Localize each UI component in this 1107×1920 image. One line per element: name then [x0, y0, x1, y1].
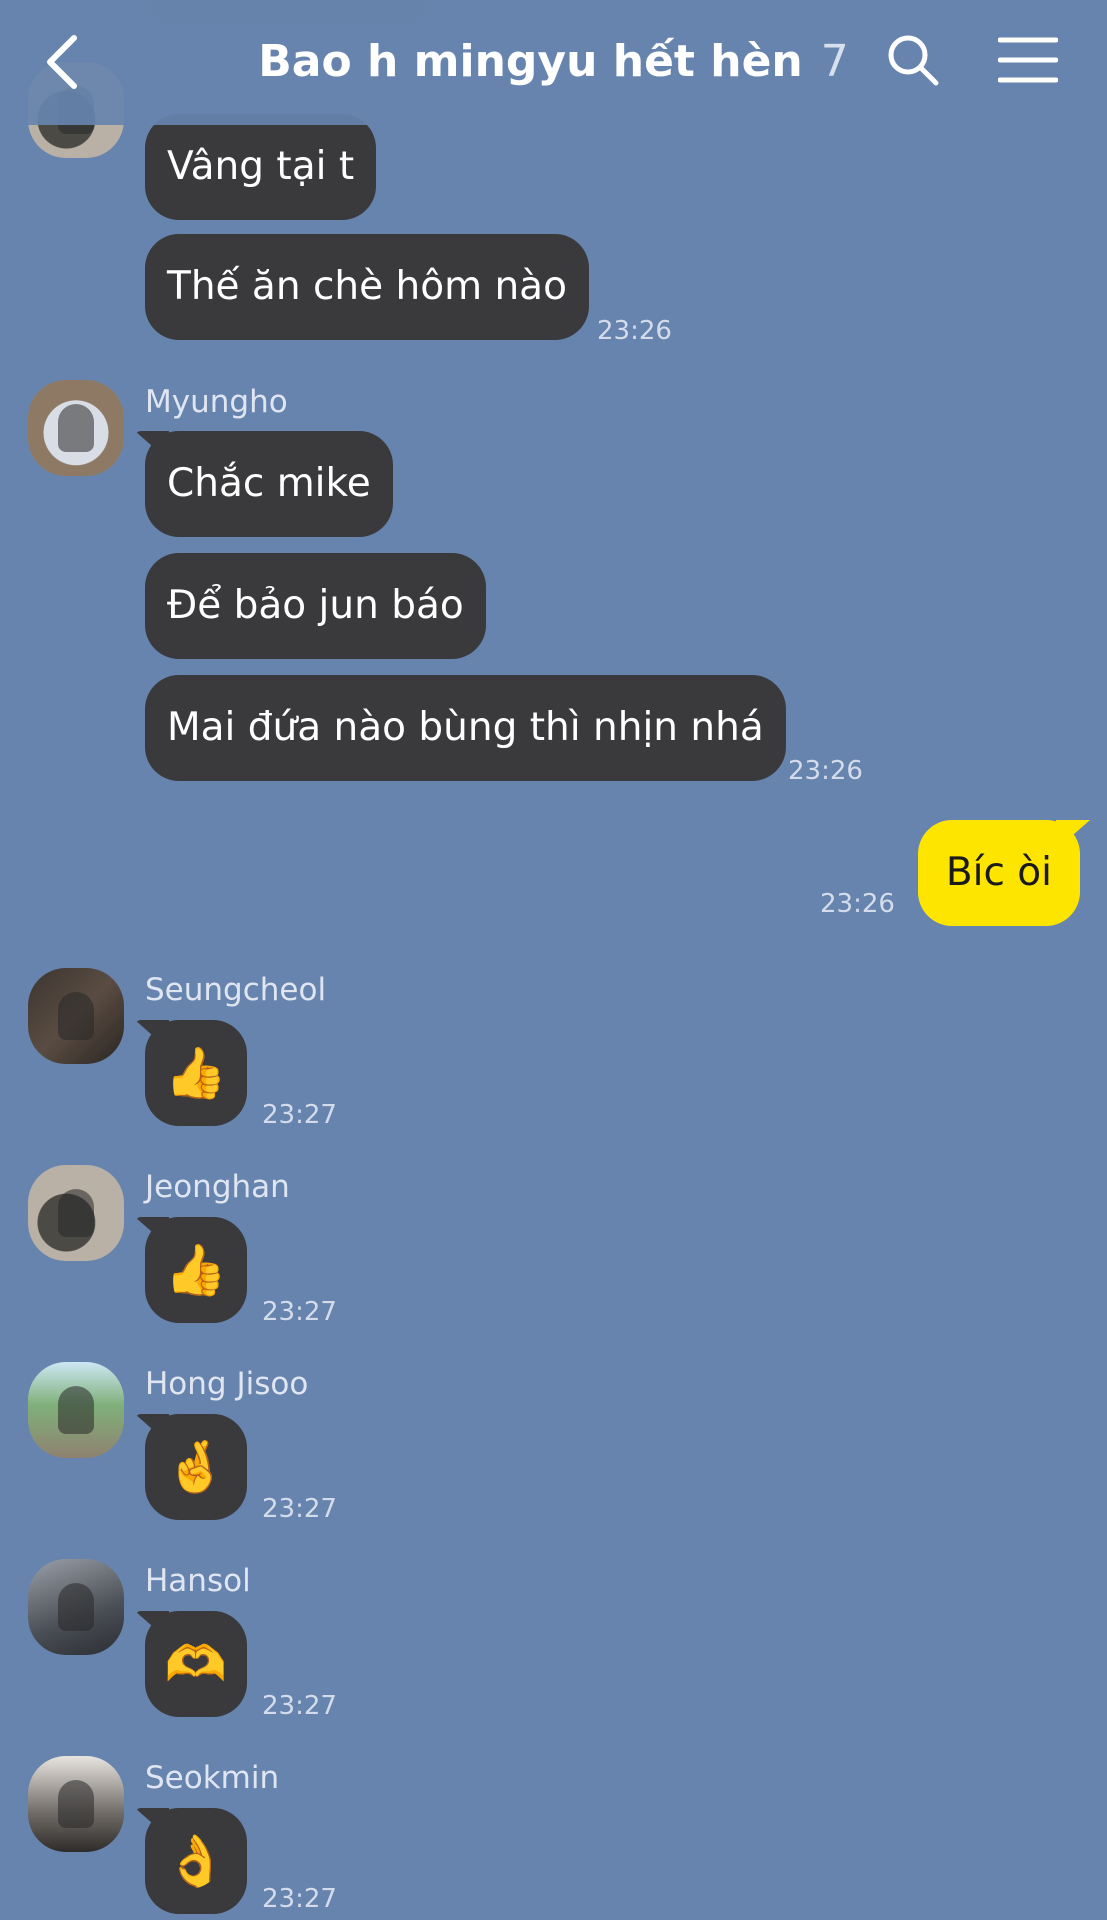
menu-icon — [997, 37, 1059, 83]
avatar-figure — [58, 1780, 94, 1828]
avatar-figure — [58, 404, 94, 452]
avatar-figure — [58, 1386, 94, 1434]
sender-name: Seokmin — [145, 1760, 280, 1796]
message-bubble[interactable]: Chắc mike — [145, 431, 393, 537]
message-text: Để bảo jun báo — [167, 583, 464, 628]
avatar-figure — [58, 1189, 94, 1237]
message-time: 23:27 — [262, 1297, 337, 1327]
avatar[interactable] — [28, 1756, 124, 1852]
message-time: 23:27 — [262, 1691, 337, 1721]
avatar-figure — [58, 992, 94, 1040]
sender-name: Seungcheol — [145, 972, 327, 1008]
member-count: 7 — [820, 36, 849, 87]
message-bubble[interactable]: Mai đứa nào bùng thì nhịn nhá — [145, 675, 786, 781]
emoji-message-bubble[interactable]: 🫶 — [145, 1611, 247, 1717]
emoji-message-bubble[interactable]: 🤞 — [145, 1414, 247, 1520]
message-text: Thế ăn chè hôm nào — [167, 264, 567, 309]
message-time: 23:27 — [262, 1100, 337, 1130]
sender-name: Hansol — [145, 1563, 251, 1599]
emoji: 👍 — [164, 1241, 228, 1299]
message-time: 23:26 — [788, 756, 863, 786]
emoji: 👍 — [164, 1044, 228, 1102]
emoji-message-bubble[interactable]: 👍 — [145, 1020, 247, 1126]
avatar[interactable] — [28, 1362, 124, 1458]
avatar[interactable] — [28, 380, 124, 476]
chat-header: Bao h mingyu hết hèn 7 — [0, 0, 1107, 125]
avatar-figure — [58, 1583, 94, 1631]
message-bubble[interactable]: Vâng tại t — [145, 114, 377, 220]
avatar[interactable] — [28, 968, 124, 1064]
search-button[interactable] — [885, 32, 941, 88]
emoji-message-bubble[interactable]: 👍 — [145, 1217, 247, 1323]
sender-name: Hong Jisoo — [145, 1366, 309, 1402]
message-text: Mai đứa nào bùng thì nhịn nhá — [167, 705, 764, 750]
emoji: 🫶 — [164, 1635, 228, 1693]
emoji: 🤞 — [164, 1438, 228, 1496]
my-message-bubble[interactable]: Bíc òi — [917, 820, 1080, 926]
chat-room: Bao h mingyu hết hèn 7 Vâng tại t Thế ăn … — [0, 0, 1107, 1920]
message-time: 23:26 — [597, 316, 672, 346]
avatar[interactable] — [28, 1165, 124, 1261]
sender-name: Myungho — [145, 384, 288, 420]
chat-title-text: Bao h mingyu hết hèn — [258, 36, 803, 87]
message-time: 23:27 — [262, 1494, 337, 1524]
emoji-message-bubble[interactable]: 👌 — [145, 1808, 247, 1914]
message-text: Bíc òi — [945, 850, 1052, 895]
message-time: 23:27 — [262, 1884, 337, 1914]
message-bubble[interactable]: Thế ăn chè hôm nào — [145, 234, 589, 340]
message-text: Chắc mike — [167, 461, 371, 506]
emoji: 👌 — [164, 1832, 228, 1890]
search-icon — [888, 35, 939, 86]
message-text: Vâng tại t — [167, 144, 355, 189]
menu-button[interactable] — [997, 36, 1059, 84]
message-time: 23:26 — [820, 889, 895, 919]
avatar[interactable] — [28, 1559, 124, 1655]
message-bubble[interactable]: Để bảo jun báo — [145, 553, 486, 659]
sender-name: Jeonghan — [145, 1169, 290, 1205]
